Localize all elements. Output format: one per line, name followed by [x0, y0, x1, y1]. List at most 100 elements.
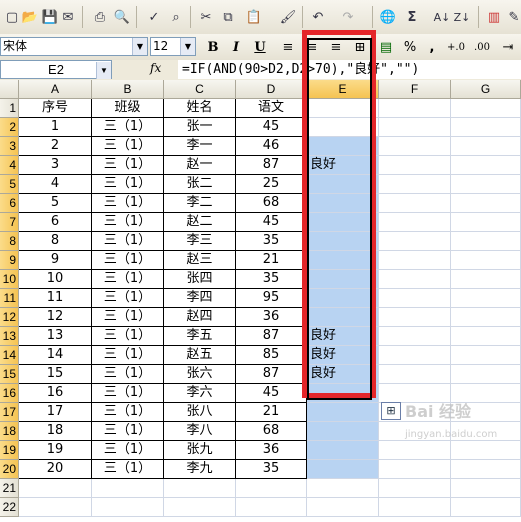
result-cell[interactable] [307, 460, 379, 479]
underline-button[interactable]: U [250, 37, 270, 57]
bold-button[interactable]: B [203, 37, 223, 57]
cell[interactable]: 三（1） [92, 384, 164, 403]
cell[interactable]: 三（1） [92, 251, 164, 270]
cell[interactable] [451, 251, 521, 270]
cell[interactable] [379, 270, 451, 289]
cell[interactable]: 三（1） [92, 460, 164, 479]
permission-icon[interactable]: ✉ [58, 7, 78, 27]
row-header[interactable]: 15 [0, 365, 19, 384]
result-cell[interactable] [307, 403, 379, 422]
result-cell[interactable] [307, 422, 379, 441]
row-header[interactable]: 11 [0, 289, 19, 308]
redo-icon[interactable]: ↷ [338, 7, 358, 27]
row-header[interactable]: 9 [0, 251, 19, 270]
cell[interactable]: 李二 [164, 194, 236, 213]
cell[interactable]: 姓名 [164, 99, 236, 118]
cell[interactable]: 三（1） [92, 137, 164, 156]
result-cell[interactable] [307, 384, 379, 403]
cell[interactable]: 赵一 [164, 156, 236, 175]
result-cell[interactable]: 良好 [307, 327, 379, 346]
row-header[interactable]: 6 [0, 194, 19, 213]
open-folder-icon[interactable]: 📂 [20, 7, 40, 27]
result-cell[interactable] [307, 118, 379, 137]
result-cell[interactable] [307, 175, 379, 194]
sort-ascending-icon[interactable]: A↓ [432, 7, 452, 27]
result-cell[interactable]: 良好 [307, 365, 379, 384]
cell[interactable]: 三（1） [92, 308, 164, 327]
cell[interactable] [379, 99, 451, 118]
select-all-corner[interactable] [0, 80, 19, 99]
increase-decimal-icon[interactable]: +.0 [446, 37, 466, 57]
cell[interactable]: 李三 [164, 232, 236, 251]
column-header-b[interactable]: B [92, 80, 164, 99]
cell[interactable] [379, 460, 451, 479]
cell[interactable]: 20 [19, 460, 92, 479]
cell[interactable] [451, 460, 521, 479]
cell[interactable] [92, 498, 164, 517]
cell[interactable] [451, 137, 521, 156]
row-header[interactable]: 13 [0, 327, 19, 346]
cell[interactable] [307, 99, 379, 118]
column-header-a[interactable]: A [19, 80, 92, 99]
cell[interactable]: 张八 [164, 403, 236, 422]
chart-wizard-icon[interactable]: ▥ [484, 7, 504, 27]
cell[interactable] [379, 213, 451, 232]
cell[interactable] [19, 498, 92, 517]
research-icon[interactable]: ⌕ [166, 7, 186, 27]
cell[interactable] [451, 175, 521, 194]
cell[interactable]: 45 [236, 213, 307, 232]
percent-button[interactable]: % [400, 37, 420, 57]
cell[interactable]: 87 [236, 156, 307, 175]
cell[interactable] [379, 365, 451, 384]
cell[interactable]: 张九 [164, 441, 236, 460]
cell[interactable] [19, 479, 92, 498]
cell[interactable] [164, 498, 236, 517]
result-cell[interactable] [307, 251, 379, 270]
cell[interactable] [379, 498, 451, 517]
cell[interactable]: 三（1） [92, 118, 164, 137]
cell[interactable] [379, 327, 451, 346]
cell[interactable]: 11 [19, 289, 92, 308]
chevron-down-icon[interactable]: ▼ [96, 62, 111, 79]
cell[interactable]: 三（1） [92, 270, 164, 289]
cell[interactable] [307, 498, 379, 517]
cell[interactable]: 李一 [164, 137, 236, 156]
cell[interactable] [451, 99, 521, 118]
cell[interactable] [451, 118, 521, 137]
result-cell[interactable] [307, 232, 379, 251]
cell[interactable] [379, 346, 451, 365]
row-header[interactable]: 18 [0, 422, 19, 441]
cell[interactable] [379, 194, 451, 213]
cell[interactable]: 46 [236, 137, 307, 156]
cell[interactable] [236, 498, 307, 517]
cell[interactable] [451, 308, 521, 327]
cell[interactable] [379, 251, 451, 270]
column-header-c[interactable]: C [164, 80, 236, 99]
chevron-down-icon[interactable]: ▼ [180, 38, 195, 55]
row-header[interactable]: 22 [0, 498, 19, 517]
cell[interactable]: 张一 [164, 118, 236, 137]
cell[interactable] [451, 270, 521, 289]
cell[interactable]: 三（1） [92, 346, 164, 365]
row-header[interactable]: 19 [0, 441, 19, 460]
row-header[interactable]: 14 [0, 346, 19, 365]
cell[interactable]: 李五 [164, 327, 236, 346]
cell[interactable] [307, 479, 379, 498]
result-cell[interactable]: 良好 [307, 156, 379, 175]
cell[interactable]: 21 [236, 251, 307, 270]
cell[interactable]: 三（1） [92, 365, 164, 384]
cell[interactable]: 三（1） [92, 403, 164, 422]
row-header[interactable]: 1 [0, 99, 19, 118]
cell[interactable]: 9 [19, 251, 92, 270]
cell[interactable]: 68 [236, 194, 307, 213]
cell[interactable]: 35 [236, 270, 307, 289]
column-header-d[interactable]: D [236, 80, 307, 99]
result-cell[interactable]: 良好 [307, 346, 379, 365]
cell[interactable] [451, 479, 521, 498]
formula-input[interactable]: =IF(AND(90>D2,D2>70),"良好","") [178, 60, 521, 79]
indent-icon[interactable]: ⇥ [498, 37, 518, 57]
cell[interactable]: 25 [236, 175, 307, 194]
row-header[interactable]: 3 [0, 137, 19, 156]
cell[interactable]: 35 [236, 232, 307, 251]
name-box[interactable]: E2 ▼ [0, 60, 112, 79]
